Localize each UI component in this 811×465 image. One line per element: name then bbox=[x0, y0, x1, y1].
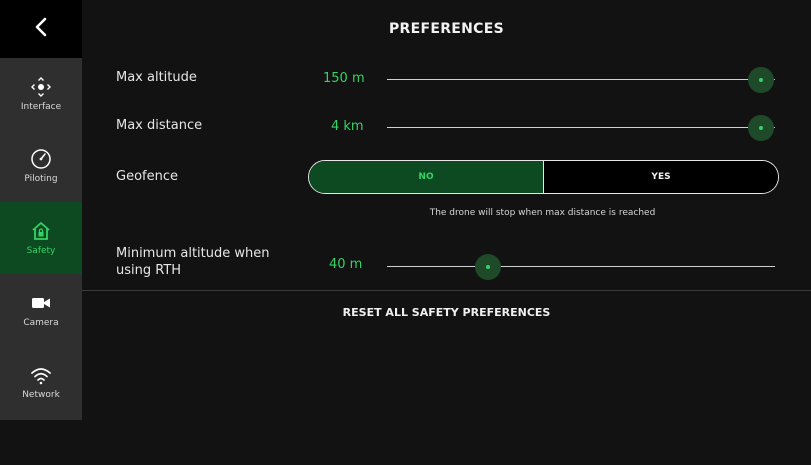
back-button[interactable] bbox=[0, 0, 82, 58]
sidebar-item-label: Safety bbox=[26, 246, 56, 256]
sidebar-footer bbox=[0, 420, 82, 465]
slider-track bbox=[387, 127, 775, 128]
geofence-note: The drone will stop when max distance is… bbox=[429, 208, 656, 218]
interface-dpad-icon bbox=[30, 76, 52, 98]
max-altitude-value: 150 m bbox=[323, 71, 365, 86]
safety-settings-panel: Max altitude 150 m Max distance 4 km Geo… bbox=[82, 58, 811, 465]
chevron-left-icon bbox=[34, 17, 48, 41]
sidebar-item-piloting[interactable]: Piloting bbox=[0, 130, 82, 202]
sidebar-item-interface[interactable]: Interface bbox=[0, 58, 82, 130]
min-altitude-rth-value: 40 m bbox=[329, 257, 363, 272]
video-camera-icon bbox=[30, 292, 52, 314]
sidebar: Interface Piloting Safety Camera Network bbox=[0, 58, 82, 420]
preferences-screen: PREFERENCES Interface Piloting Safety Ca… bbox=[0, 0, 811, 465]
sidebar-item-network[interactable]: Network bbox=[0, 346, 82, 418]
sidebar-item-label: Interface bbox=[20, 102, 62, 112]
slider-thumb[interactable] bbox=[474, 254, 501, 280]
slider-thumb[interactable] bbox=[748, 67, 774, 93]
geofence-option-no[interactable]: NO bbox=[309, 161, 544, 193]
sidebar-item-label: Camera bbox=[23, 318, 59, 328]
sidebar-item-camera[interactable]: Camera bbox=[0, 274, 82, 346]
min-altitude-rth-label-line1: Minimum altitude when bbox=[116, 246, 270, 261]
slider-track bbox=[387, 266, 775, 267]
geofence-toggle[interactable]: NO YES bbox=[308, 160, 779, 194]
min-altitude-rth-label-line2: using RTH bbox=[116, 263, 182, 278]
top-bar: PREFERENCES bbox=[0, 0, 811, 58]
max-distance-label: Max distance bbox=[116, 118, 203, 133]
max-distance-slider[interactable] bbox=[387, 115, 775, 141]
slider-thumb[interactable] bbox=[748, 115, 774, 141]
reset-safety-preferences-button[interactable]: RESET ALL SAFETY PREFERENCES bbox=[82, 306, 811, 319]
geofence-option-yes[interactable]: YES bbox=[544, 161, 778, 193]
home-lock-icon bbox=[30, 220, 52, 242]
geofence-label: Geofence bbox=[116, 169, 178, 184]
slider-track bbox=[387, 79, 775, 80]
sidebar-item-label: Piloting bbox=[24, 174, 58, 184]
sidebar-item-safety[interactable]: Safety bbox=[0, 202, 82, 274]
max-altitude-slider[interactable] bbox=[387, 67, 775, 93]
page-title: PREFERENCES bbox=[388, 21, 504, 37]
min-altitude-rth-slider[interactable] bbox=[387, 254, 775, 280]
max-distance-value: 4 km bbox=[331, 119, 364, 134]
sidebar-item-label: Network bbox=[22, 390, 60, 400]
wifi-icon bbox=[30, 364, 52, 386]
max-altitude-label: Max altitude bbox=[116, 70, 197, 85]
speedometer-icon bbox=[30, 148, 52, 170]
section-divider bbox=[82, 290, 811, 291]
